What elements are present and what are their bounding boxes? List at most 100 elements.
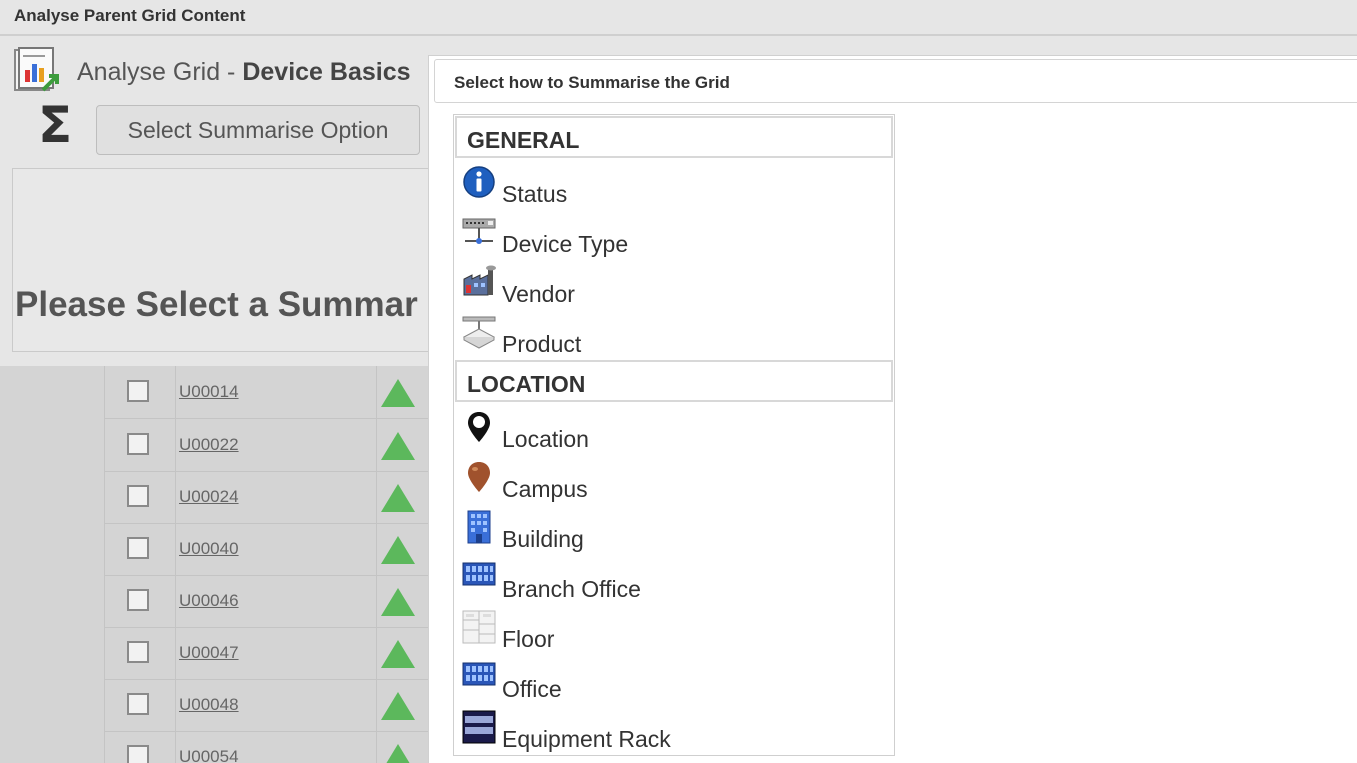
status-up-icon — [381, 432, 415, 460]
device-id-link[interactable]: U00054 — [179, 747, 239, 763]
table-row: U00054 — [104, 731, 430, 763]
table-row: U00024 — [104, 471, 430, 524]
device-id-cell: U00047 — [176, 627, 377, 679]
row-select-cell — [105, 523, 176, 575]
table-row: U00014 — [104, 366, 430, 419]
sigma-icon: Σ — [38, 96, 73, 154]
building-icon — [467, 510, 491, 544]
status-up-icon — [381, 692, 415, 720]
table-row: U00048 — [104, 679, 430, 732]
window-title-bar: Analyse Parent Grid Content — [0, 0, 1357, 36]
device-id-link[interactable]: U00047 — [179, 643, 239, 663]
status-up-icon — [381, 379, 415, 407]
summarise-dialog: Select how to Summarise the Grid GENERAL… — [428, 55, 1357, 763]
device-id-cell: U00024 — [176, 471, 377, 523]
row-select-cell — [105, 471, 176, 523]
floor-plan-icon — [462, 610, 496, 644]
info-icon — [463, 166, 495, 198]
status-up-icon — [381, 640, 415, 668]
device-id-cell: U00046 — [176, 575, 377, 627]
option-label: Floor — [502, 626, 555, 652]
option-label: Office — [502, 676, 562, 702]
dialog-title: Select how to Summarise the Grid — [454, 73, 730, 92]
option-label: Campus — [502, 476, 588, 502]
group-header-general: GENERAL — [455, 116, 893, 158]
row-select-cell — [105, 731, 176, 763]
option-label: Vendor — [502, 281, 575, 307]
option-status[interactable]: Status — [462, 165, 882, 211]
row-select-cell — [105, 627, 176, 679]
row-checkbox[interactable] — [127, 641, 149, 663]
option-label: Product — [502, 331, 582, 357]
row-checkbox[interactable] — [127, 380, 149, 402]
status-up-icon — [381, 744, 415, 763]
analyse-title-prefix: Analyse Grid - — [77, 58, 243, 86]
row-checkbox[interactable] — [127, 589, 149, 611]
table-row: U00040 — [104, 523, 430, 576]
row-checkbox[interactable] — [127, 485, 149, 507]
status-up-icon — [381, 484, 415, 512]
group-label: GENERAL — [467, 127, 580, 153]
equipment-rack-icon — [462, 710, 496, 744]
summarise-option-list: GENERAL Status Device Type Vendor Produc… — [453, 114, 895, 756]
row-checkbox[interactable] — [127, 745, 149, 763]
factory-icon — [463, 265, 496, 296]
table-row: U00046 — [104, 575, 430, 628]
status-up-icon — [381, 588, 415, 616]
table-row: U00022 — [104, 419, 430, 472]
option-product[interactable]: Product — [462, 315, 882, 361]
option-label: Location — [502, 426, 589, 452]
row-checkbox[interactable] — [127, 537, 149, 559]
select-summarise-option-button[interactable]: Select Summarise Option — [96, 105, 420, 155]
device-id-cell: U00022 — [176, 419, 377, 471]
option-label: Equipment Rack — [502, 726, 671, 752]
analyse-title-grid-name: Device Basics — [242, 58, 411, 86]
device-id-link[interactable]: U00014 — [179, 382, 239, 402]
map-pin-brown-icon — [468, 462, 490, 492]
device-id-link[interactable]: U00048 — [179, 695, 239, 715]
option-branch-office[interactable]: Branch Office — [462, 560, 882, 606]
device-grid: U00014 U00022 U00024 U00040 U00046 U0004… — [0, 366, 430, 763]
device-id-link[interactable]: U00022 — [179, 435, 239, 455]
row-select-cell — [105, 419, 176, 471]
option-device-type[interactable]: Device Type — [462, 215, 882, 261]
device-id-link[interactable]: U00040 — [179, 539, 239, 559]
window-title: Analyse Parent Grid Content — [14, 6, 246, 25]
device-id-cell: U00048 — [176, 679, 377, 731]
map-pin-black-icon — [468, 412, 490, 442]
row-select-cell — [105, 575, 176, 627]
option-floor[interactable]: Floor — [462, 610, 882, 656]
office-icon — [462, 662, 496, 686]
option-office[interactable]: Office — [462, 660, 882, 706]
option-label: Status — [502, 181, 568, 207]
row-select-cell — [105, 366, 176, 418]
device-id-cell: U00040 — [176, 523, 377, 575]
dialog-header: Select how to Summarise the Grid — [434, 59, 1357, 103]
row-checkbox[interactable] — [127, 433, 149, 455]
analyse-report-icon — [14, 47, 59, 92]
option-location[interactable]: Location — [462, 410, 882, 456]
analyse-grid-title: Analyse Grid - Device Basics — [77, 58, 411, 87]
summary-panel: Please Select a Summar — [12, 168, 442, 352]
device-id-link[interactable]: U00046 — [179, 591, 239, 611]
row-checkbox[interactable] — [127, 693, 149, 715]
option-label: Branch Office — [502, 576, 641, 602]
branch-office-icon — [462, 562, 496, 586]
option-label: Device Type — [502, 231, 629, 257]
device-id-cell: U00014 — [176, 366, 377, 418]
device-id-link[interactable]: U00024 — [179, 487, 239, 507]
device-id-cell: U00054 — [176, 731, 377, 763]
table-row: U00047 — [104, 627, 430, 680]
device-box-icon — [462, 316, 496, 349]
group-header-location: LOCATION — [455, 360, 893, 402]
summary-placeholder-message: Please Select a Summar — [15, 285, 418, 324]
option-campus[interactable]: Campus — [462, 460, 882, 506]
option-building[interactable]: Building — [462, 510, 882, 556]
status-up-icon — [381, 536, 415, 564]
network-switch-icon — [462, 218, 496, 244]
group-label: LOCATION — [467, 371, 586, 397]
option-vendor[interactable]: Vendor — [462, 265, 882, 311]
option-label: Building — [502, 526, 584, 552]
option-equipment-rack[interactable]: Equipment Rack — [462, 710, 882, 756]
row-select-cell — [105, 679, 176, 731]
